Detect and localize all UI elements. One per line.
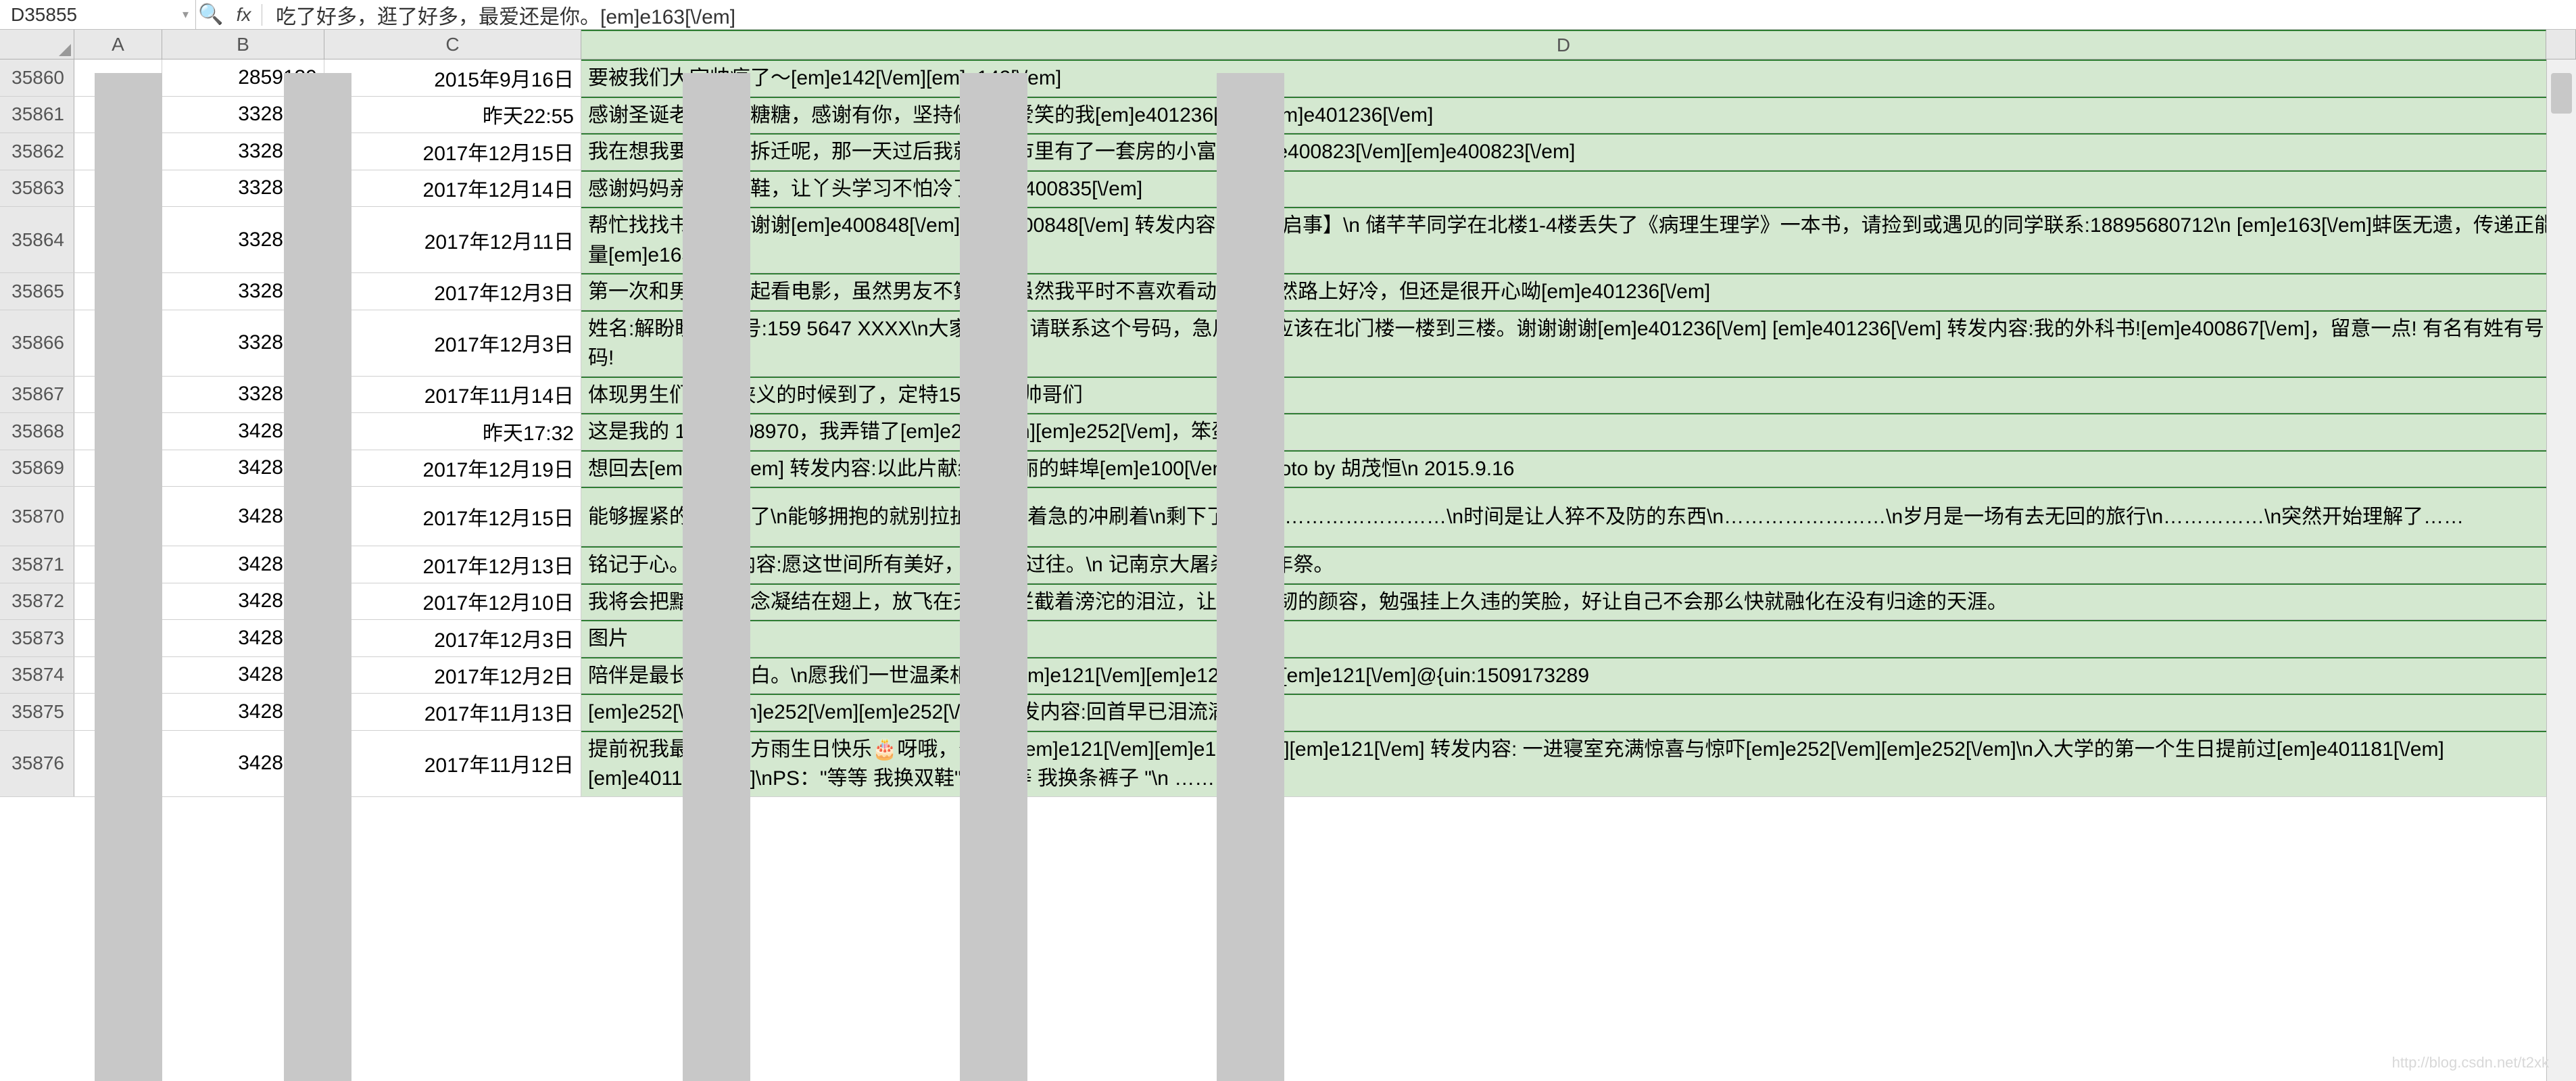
cell[interactable]: [em]e252[\/em][em]e252[\/em][em]e252[\/e…	[581, 694, 2576, 730]
cell[interactable]: 第一次和男朋友一起看电影，虽然男友不算帅，虽然我平时不喜欢看动画，虽然路上好冷，…	[581, 273, 2576, 310]
cell[interactable]: 我在想我要是不会拆迁呢，那一天过后我就是在市里有了一套房的小富婆[em]e400…	[581, 133, 2576, 170]
cell[interactable]: 提前祝我最亲爱的方雨生日快乐🎂呀哦，么么哒[em]e121[\/em][em]e…	[581, 731, 2576, 796]
cell[interactable]: 2017年12月3日	[324, 273, 581, 310]
row-header[interactable]: 35860	[0, 59, 74, 96]
name-box-dropdown-icon[interactable]: ▾	[183, 7, 189, 22]
table-row[interactable]: 3587334281602017年12月3日图片	[0, 620, 2576, 657]
cell[interactable]: 帮忙找找书，谢谢谢谢[em]e400848[\/em][em]e400848[\…	[581, 207, 2576, 272]
fx-icon[interactable]: fx	[226, 4, 262, 26]
row-header[interactable]: 35868	[0, 413, 74, 450]
table-row[interactable]: 3586633281242017年12月3日姓名:解盼盼 手机号:159 564…	[0, 310, 2576, 377]
table-row[interactable]: 3586533281242017年12月3日第一次和男朋友一起看电影，虽然男友不…	[0, 273, 2576, 310]
redaction-bar	[960, 73, 1027, 1081]
cell[interactable]: 体现男生们 英勇侠义的时候到了，定特15麻醉的帅哥们	[581, 377, 2576, 413]
cell[interactable]: 2017年12月10日	[324, 583, 581, 620]
row-header[interactable]: 35869	[0, 450, 74, 487]
table-row[interactable]: 3587234281602017年12月10日我将会把黯然的思念凝结在翅上，放飞…	[0, 583, 2576, 621]
table-row[interactable]: 3587134281602017年12月13日铭记于心。 转发内容:愿这世间所有…	[0, 546, 2576, 583]
cell[interactable]: 我将会把黯然的思念凝结在翅上，放飞在天涯。拦截着滂沱的泪泣，让刻意坚韧的颜容，勉…	[581, 583, 2576, 620]
table-row[interactable]: 3586433281242017年12月11日帮忙找找书，谢谢谢谢[em]e40…	[0, 207, 2576, 273]
cell[interactable]: 2017年12月13日	[324, 546, 581, 583]
redaction-bar	[683, 73, 750, 1081]
cell[interactable]: 想回去[em]e146[\/em] 转发内容:以此片献给我美丽的蚌埠[em]e1…	[581, 450, 2576, 487]
cell[interactable]: 2017年12月2日	[324, 657, 581, 694]
cell[interactable]: 2017年11月14日	[324, 377, 581, 413]
cell[interactable]: 2017年12月11日	[324, 207, 581, 272]
row-header[interactable]: 35864	[0, 207, 74, 272]
table-row[interactable]: 3586028591392015年9月16日要被我们大宇帅疯了～[em]e142…	[0, 59, 2576, 97]
column-header-c[interactable]: C	[324, 30, 581, 59]
cell[interactable]: 2017年12月15日	[324, 133, 581, 170]
table-row[interactable]: 3586333281242017年12月14日感谢妈妈亲手做的鞋，让丫头学习不怕…	[0, 170, 2576, 208]
table-row[interactable]: 358613328124昨天22:55感谢圣诞老人的大糖糖，感谢有你，坚持做那个…	[0, 97, 2576, 134]
vertical-scrollbar[interactable]	[2546, 59, 2576, 1081]
cell[interactable]: 感谢圣诞老人的大糖糖，感谢有你，坚持做那个爱笑的我[em]e401236[\/e…	[581, 97, 2576, 133]
row-header[interactable]: 35872	[0, 583, 74, 620]
cell-reference: D35855	[11, 4, 77, 26]
scroll-thumb[interactable]	[2551, 73, 2572, 114]
redaction-bar	[95, 73, 162, 1081]
row-header[interactable]: 35862	[0, 133, 74, 170]
name-box[interactable]: D35855 ▾	[0, 0, 196, 29]
table-row[interactable]: 358683428160昨天17:32这是我的 18356408970，我弄错了…	[0, 413, 2576, 450]
cell[interactable]: 2017年11月12日	[324, 731, 581, 796]
table-row[interactable]: 3587434281602017年12月2日陪伴是最长情的告白。\n愿我们一世温…	[0, 657, 2576, 694]
formula-bar: D35855 ▾ 🔍 fx 吃了好多，逛了好多，最爱还是你。[em]e163[\…	[0, 0, 2576, 30]
cell[interactable]: 2017年12月14日	[324, 170, 581, 207]
cell[interactable]: 铭记于心。 转发内容:愿这世间所有美好，都不负过往。\n 记南京大屠杀80周年祭…	[581, 546, 2576, 583]
cell[interactable]: 感谢妈妈亲手做的鞋，让丫头学习不怕冷了[em]e400835[\/em]	[581, 170, 2576, 207]
cell[interactable]: 姓名:解盼盼 手机号:159 5647 XXXX\n大家看到了请联系这个号码，急…	[581, 310, 2576, 376]
cell[interactable]: 昨天17:32	[324, 413, 581, 450]
row-header[interactable]: 35863	[0, 170, 74, 207]
table-row[interactable]: 3586733281242017年11月14日体现男生们 英勇侠义的时候到了，定…	[0, 377, 2576, 414]
row-header[interactable]: 35865	[0, 273, 74, 310]
cell[interactable]: 2017年12月19日	[324, 450, 581, 487]
select-all-corner[interactable]	[0, 30, 74, 59]
cell[interactable]: 2017年12月3日	[324, 620, 581, 656]
cell[interactable]: 能够握紧的就别放了\n能够拥抱的就别拉扯\n时间着急的冲刷着\n剩下了什么\n……	[581, 487, 2576, 546]
cell[interactable]: 图片	[581, 620, 2576, 656]
row-header[interactable]: 35873	[0, 620, 74, 656]
formula-text: 吃了好多，逛了好多，最爱还是你。[em]e163[\/em]	[276, 0, 735, 30]
table-row[interactable]: 3586233281242017年12月15日我在想我要是不会拆迁呢，那一天过后…	[0, 133, 2576, 170]
cell[interactable]: 2017年12月15日	[324, 487, 581, 546]
row-header[interactable]: 35867	[0, 377, 74, 413]
column-header-scroll	[2546, 30, 2576, 59]
table-row[interactable]: 3587034281602017年12月15日能够握紧的就别放了\n能够拥抱的就…	[0, 487, 2576, 546]
column-header-a[interactable]: A	[74, 30, 162, 59]
row-header[interactable]: 35876	[0, 731, 74, 796]
column-header-d[interactable]: D	[581, 30, 2546, 59]
redaction-bar	[1217, 73, 1284, 1081]
row-header[interactable]: 35870	[0, 487, 74, 546]
cell[interactable]: 这是我的 18356408970，我弄错了[em]e252[\/em][em]e…	[581, 413, 2576, 450]
row-header[interactable]: 35866	[0, 310, 74, 376]
table-row[interactable]: 3586934281602017年12月19日想回去[em]e146[\/em]…	[0, 450, 2576, 487]
cell[interactable]: 昨天22:55	[324, 97, 581, 133]
formula-input[interactable]: 吃了好多，逛了好多，最爱还是你。[em]e163[\/em]	[262, 0, 2576, 29]
grid-area[interactable]: 3586028591392015年9月16日要被我们大宇帅疯了～[em]e142…	[0, 59, 2576, 797]
row-header[interactable]: 35861	[0, 97, 74, 133]
cell[interactable]: 陪伴是最长情的告白。\n愿我们一世温柔相待。[em]e121[\/em][em]…	[581, 657, 2576, 694]
table-row[interactable]: 3587634281602017年11月12日提前祝我最亲爱的方雨生日快乐🎂呀哦…	[0, 731, 2576, 797]
redaction-bar	[284, 73, 351, 1081]
column-header-b[interactable]: B	[162, 30, 324, 59]
column-headers: A B C D	[0, 30, 2576, 59]
row-header[interactable]: 35871	[0, 546, 74, 583]
cell[interactable]: 2017年11月13日	[324, 694, 581, 730]
row-header[interactable]: 35875	[0, 694, 74, 730]
table-row[interactable]: 3587534281602017年11月13日[em]e252[\/em][em…	[0, 694, 2576, 731]
cell[interactable]: 2015年9月16日	[324, 59, 581, 96]
magnify-icon[interactable]: 🔍	[196, 3, 226, 26]
cell[interactable]: 2017年12月3日	[324, 310, 581, 376]
watermark: http://blog.csdn.net/t2xk	[2392, 1054, 2549, 1072]
cell[interactable]: 要被我们大宇帅疯了～[em]e142[\/em][em]e142[\/em]	[581, 59, 2576, 96]
row-header[interactable]: 35874	[0, 657, 74, 694]
